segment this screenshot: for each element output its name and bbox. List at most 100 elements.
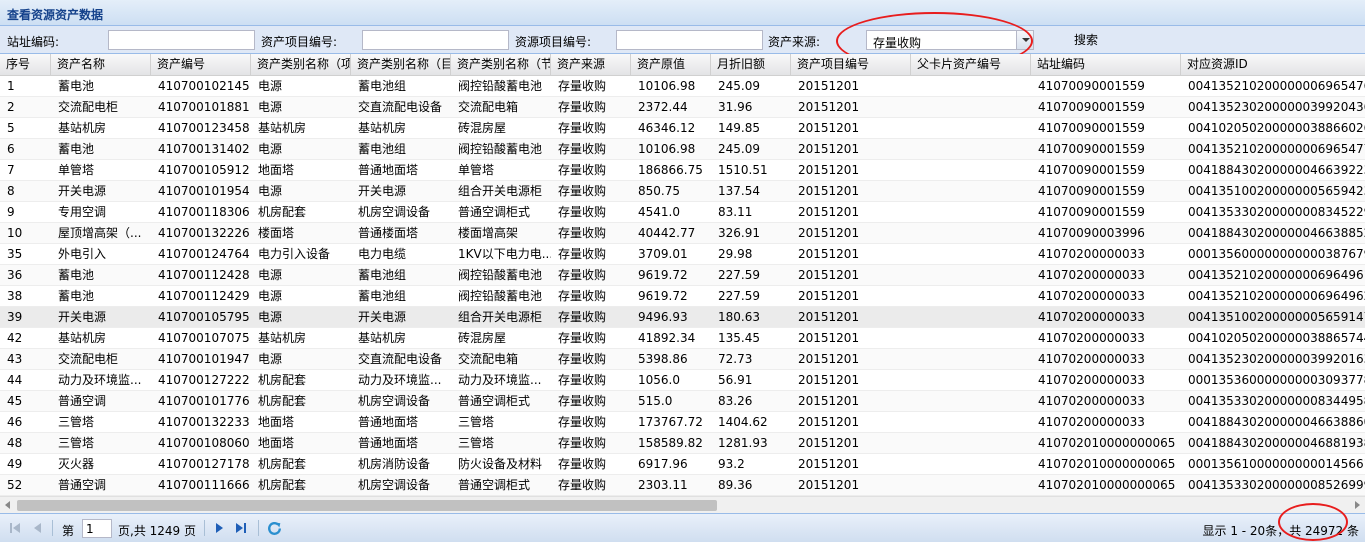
cell-category-l1: 机房配套 [258, 205, 307, 219]
cell-asset-source: 存量收购 [558, 373, 607, 387]
cell-category-l1: 电源 [258, 100, 283, 114]
search-button[interactable]: 搜索 [1064, 30, 1108, 50]
cell-asset-code: 410700105912 [158, 163, 250, 177]
column-header-site-code[interactable]: 站址编码 [1031, 54, 1181, 75]
cell-asset-source: 存量收购 [558, 268, 607, 282]
column-header-asset-code[interactable]: 资产编号 [151, 54, 251, 75]
table-row[interactable]: 43 交流配电柜 410700101947 电源 交直流配电设备 交流配电箱 存量收购 539… [0, 349, 1365, 370]
refresh-icon[interactable] [266, 520, 283, 537]
cell-category-l3: 楼面增高架 [458, 226, 519, 240]
cell-parent-card-code [911, 202, 1031, 223]
chevron-down-icon[interactable] [1016, 31, 1033, 49]
column-header-asset-name[interactable]: 资产名称 [51, 54, 151, 75]
cell-asset-source: 存量收购 [558, 310, 607, 324]
column-header-monthly-depreciation[interactable]: 月折旧额 [711, 54, 791, 75]
table-row[interactable]: 9 专用空调 410700118306 机房配套 机房空调设备 普通空调柜式 存量收购 454… [0, 202, 1365, 223]
cell-asset-source: 存量收购 [558, 142, 607, 156]
pager-separator [52, 520, 53, 536]
cell-asset-project-code: 20151201 [798, 247, 860, 261]
cell-parent-card-code [911, 97, 1031, 118]
cell-asset-project-code: 20151201 [798, 373, 860, 387]
cell-seq: 10 [7, 226, 23, 240]
column-header-seq[interactable]: 序号 [0, 54, 51, 75]
table-row[interactable]: 10 屋顶增高架（... 410700132226 楼面塔 普通楼面塔 楼面增高架 存量收购… [0, 223, 1365, 244]
column-header-resource-id[interactable]: 对应资源ID [1181, 54, 1365, 75]
pager-separator [204, 520, 205, 536]
cell-parent-card-code [911, 349, 1031, 370]
next-page-icon[interactable] [212, 521, 228, 535]
cell-asset-name: 外电引入 [58, 247, 107, 261]
cell-parent-card-code [911, 328, 1031, 349]
table-row[interactable]: 49 灭火器 410700127178 机房配套 机房消防设备 防火设备及材料 存量收购 69… [0, 454, 1365, 475]
table-row[interactable]: 44 动力及环境监... 410700127222 机房配套 动力及环境监... 动力及环… [0, 370, 1365, 391]
cell-category-l2: 普通地面塔 [358, 163, 419, 177]
cell-asset-name: 动力及环境监... [58, 373, 142, 387]
cell-site-code: 41070090001559 [1038, 121, 1145, 135]
table-row[interactable]: 38 蓄电池 410700112429 电源 蓄电池组 阀控铅酸蓄电池 存量收购 9619.7… [0, 286, 1365, 307]
cell-category-l2: 开关电源 [358, 184, 407, 198]
asset-source-select[interactable]: 存量收购 [866, 30, 1034, 50]
cell-site-code: 410702010000000065 [1038, 436, 1176, 450]
cell-asset-code: 410700123458 [158, 121, 250, 135]
table-row[interactable]: 46 三管塔 410700132233 地面塔 普通地面塔 三管塔 存量收购 173767.7… [0, 412, 1365, 433]
cell-category-l3: 1KV以下电力电... [458, 247, 551, 261]
scroll-right-icon[interactable] [1355, 501, 1360, 509]
table-row[interactable]: 52 普通空调 410700111666 机房配套 机房空调设备 普通空调柜式 存量收购 23… [0, 475, 1365, 496]
cell-site-code: 41070200000033 [1038, 310, 1145, 324]
cell-asset-name: 三管塔 [58, 415, 95, 429]
cell-asset-code: 410700101947 [158, 352, 250, 366]
scroll-left-icon[interactable] [5, 501, 10, 509]
site-code-input[interactable] [108, 30, 255, 50]
asset-project-input[interactable] [362, 30, 509, 50]
column-header-asset-source[interactable]: 资产来源 [551, 54, 631, 75]
cell-seq: 52 [7, 478, 23, 492]
cell-resource-id: 000135600000000000387679 [1188, 247, 1365, 261]
cell-monthly-depreciation: 227.59 [718, 268, 760, 282]
cell-original-value: 9619.72 [638, 268, 688, 282]
prev-page-icon[interactable] [30, 521, 46, 535]
table-row[interactable]: 2 交流配电柜 410700101881 电源 交直流配电设备 交流配电箱 存量收购 2372… [0, 97, 1365, 118]
cell-category-l1: 电源 [258, 352, 283, 366]
cell-original-value: 850.75 [638, 184, 680, 198]
column-header-asset-project-code[interactable]: 资产项目编号 [791, 54, 911, 75]
cell-site-code: 41070200000033 [1038, 331, 1145, 345]
table-row[interactable]: 48 三管塔 410700108060 地面塔 普通地面塔 三管塔 存量收购 158589.8… [0, 433, 1365, 454]
table-row[interactable]: 7 单管塔 410700105912 地面塔 普通地面塔 单管塔 存量收购 186866.75… [0, 160, 1365, 181]
first-page-icon[interactable] [8, 521, 24, 535]
table-row[interactable]: 45 普通空调 410700101776 机房配套 机房空调设备 普通空调柜式 存量收购 51… [0, 391, 1365, 412]
cell-original-value: 46346.12 [638, 121, 696, 135]
pagination-toolbar: 第 页,共 1249 页 显示 1 - 20条，共 24972 条 [0, 513, 1365, 542]
cell-site-code: 41070200000033 [1038, 394, 1145, 408]
cell-seq: 43 [7, 352, 23, 366]
resource-project-input[interactable] [616, 30, 763, 50]
scroll-thumb[interactable] [17, 500, 717, 511]
site-code-label: 站址编码: [7, 35, 60, 49]
cell-asset-name: 基站机房 [58, 331, 107, 345]
table-row[interactable]: 8 开关电源 410700101954 电源 开关电源 组合开关电源柜 存量收购 850.75… [0, 181, 1365, 202]
column-header-original-value[interactable]: 资产原值 [631, 54, 711, 75]
cell-category-l1: 电源 [258, 268, 283, 282]
table-row[interactable]: 35 外电引入 410700124764 电力引入设备 电力电缆 1KV以下电力电... 存… [0, 244, 1365, 265]
cell-seq: 38 [7, 289, 23, 303]
table-row[interactable]: 1 蓄电池 410700102145 电源 蓄电池组 阀控铅酸蓄电池 存量收购 10106.9… [0, 76, 1365, 97]
last-page-icon[interactable] [234, 521, 250, 535]
table-row[interactable]: 42 基站机房 410700107075 基站机房 基站机房 砖混房屋 存量收购 41892.… [0, 328, 1365, 349]
table-row[interactable]: 5 基站机房 410700123458 基站机房 基站机房 砖混房屋 存量收购 46346.1… [0, 118, 1365, 139]
cell-resource-id: 004135230200000039920163 [1188, 352, 1365, 366]
horizontal-scrollbar[interactable] [0, 496, 1365, 513]
cell-asset-source: 存量收购 [558, 163, 607, 177]
column-header-category-l1[interactable]: 资产类别名称（项 [251, 54, 351, 75]
cell-asset-name: 普通空调 [58, 394, 107, 408]
column-header-category-l3[interactable]: 资产类别名称（节 [451, 54, 551, 75]
cell-seq: 46 [7, 415, 23, 429]
column-header-category-l2[interactable]: 资产类别名称（目 [351, 54, 451, 75]
cell-asset-code: 410700132226 [158, 226, 250, 240]
page-number-input[interactable] [82, 519, 112, 538]
column-header-parent-card-code[interactable]: 父卡片资产编号 [911, 54, 1031, 75]
table-row[interactable]: 6 蓄电池 410700131402 电源 蓄电池组 阀控铅酸蓄电池 存量收购 10106.9… [0, 139, 1365, 160]
cell-original-value: 4541.0 [638, 205, 680, 219]
table-row[interactable]: 36 蓄电池 410700112428 电源 蓄电池组 阀控铅酸蓄电池 存量收购 9619.7… [0, 265, 1365, 286]
cell-category-l2: 机房空调设备 [358, 478, 431, 492]
cell-asset-project-code: 20151201 [798, 310, 860, 324]
table-row[interactable]: 39 开关电源 410700105795 电源 开关电源 组合开关电源柜 存量收购 9496.… [0, 307, 1365, 328]
